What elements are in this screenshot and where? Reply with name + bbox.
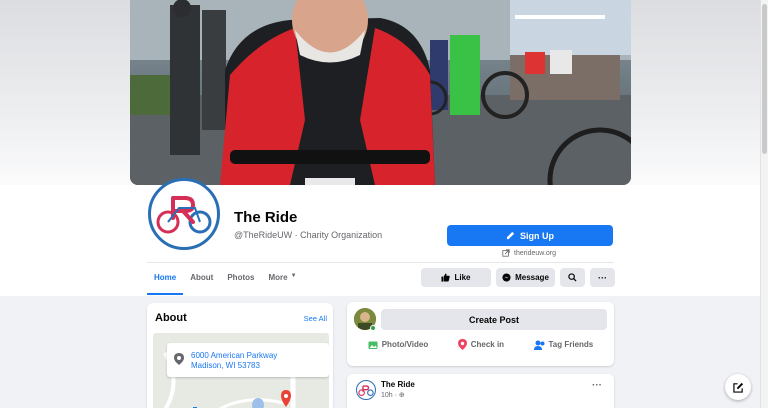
see-all-link[interactable]: See All — [304, 314, 327, 323]
website-link[interactable]: therideuw.org — [502, 249, 556, 257]
about-title: About — [155, 312, 187, 324]
page-header-card — [0, 185, 760, 295]
ellipsis-icon: ··· — [598, 272, 607, 283]
check-in-button[interactable]: Check in — [457, 339, 504, 350]
the-ride-logo-icon — [156, 196, 212, 234]
header-divider — [147, 262, 614, 263]
post-timestamp[interactable]: 10h · ⊕ — [381, 391, 405, 399]
address-box: 6000 American Parkway Madison, WI 53783 — [167, 343, 329, 377]
map-marker-icon — [281, 390, 291, 407]
tab-photos[interactable]: Photos — [220, 266, 261, 294]
page-title: The Ride — [234, 209, 298, 226]
like-button[interactable]: Like — [421, 268, 491, 287]
more-options-button[interactable]: ··· — [590, 268, 615, 287]
page-tabs: Home About Photos More ▼ — [147, 266, 304, 295]
globe-icon: ⊕ — [398, 392, 405, 399]
address-text[interactable]: 6000 American Parkway Madison, WI 53783 — [191, 351, 277, 371]
location-pin-icon — [457, 339, 467, 350]
page-handle-category: @TheRideUW · Charity Organization — [234, 230, 383, 240]
create-post-card: Create Post Photo/Video Check in Tag Fri… — [347, 302, 614, 366]
the-ride-logo-icon — [358, 384, 374, 396]
search-button[interactable] — [560, 268, 585, 287]
new-message-button[interactable] — [725, 374, 751, 400]
sign-up-label: Sign Up — [520, 230, 554, 241]
caret-down-icon: ▼ — [290, 273, 297, 279]
search-icon — [568, 273, 577, 282]
tag-friends-button[interactable]: Tag Friends — [533, 339, 593, 350]
post-options-button[interactable]: ··· — [592, 380, 602, 391]
location-map[interactable]: 6000 American Parkway Madison, WI 53783 — [153, 333, 329, 408]
tab-about[interactable]: About — [183, 266, 220, 294]
tab-home[interactable]: Home — [147, 266, 184, 295]
composer-actions: Photo/Video Check in Tag Friends — [347, 339, 614, 350]
location-pin-icon — [174, 353, 184, 365]
about-card: About See All 6000 American Parkway Madi… — [147, 303, 333, 408]
external-link-icon — [502, 249, 510, 257]
thumbs-up-icon — [441, 273, 451, 282]
message-button[interactable]: Message — [496, 268, 555, 287]
post-author-avatar[interactable] — [356, 380, 376, 400]
create-post-button[interactable]: Create Post — [381, 309, 607, 330]
messenger-icon — [502, 273, 511, 282]
page-actions: Like Message ··· — [421, 268, 615, 287]
website-label: therideuw.org — [514, 249, 557, 257]
feed-post: The Ride 10h · ⊕ ··· — [347, 374, 614, 408]
sign-up-button[interactable]: Sign Up — [447, 225, 613, 246]
pencil-icon — [506, 231, 515, 240]
page-scrollbar[interactable] — [760, 0, 768, 408]
compose-icon — [732, 382, 743, 393]
tab-more[interactable]: More ▼ — [261, 266, 303, 294]
post-author-name[interactable]: The Ride — [381, 380, 415, 389]
tag-friends-icon — [533, 340, 544, 350]
online-status-dot — [370, 325, 376, 331]
photo-video-button[interactable]: Photo/Video — [368, 339, 428, 350]
cover-photo[interactable] — [130, 0, 631, 185]
photo-icon — [368, 341, 378, 349]
scrollbar-thumb[interactable] — [762, 4, 767, 154]
page-profile-picture[interactable] — [148, 178, 220, 250]
